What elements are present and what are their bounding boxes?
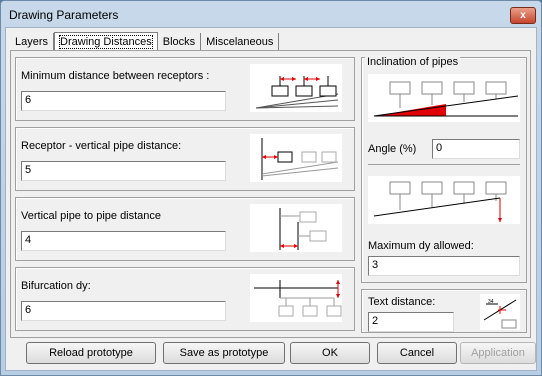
close-button[interactable]: x (510, 7, 536, 24)
vpipe-pipe-panel: Vertical pipe to pipe distance 4 (15, 197, 355, 261)
max-dy-input[interactable]: 3 (368, 256, 520, 276)
vpipe-pipe-label: Vertical pipe to pipe distance (21, 210, 162, 222)
dialog-window: Drawing Parameters x Layers Drawing Dist… (0, 0, 542, 376)
tab-miscelaneous[interactable]: Miscelaneous (201, 33, 280, 51)
inclination-diagram (368, 74, 520, 122)
text-distance-panel: Text distance: 2 34 (361, 289, 527, 333)
angle-input[interactable]: 0 (432, 139, 520, 159)
inclination-title: Inclination of pipes (365, 56, 461, 68)
vpipe-pipe-diagram (250, 204, 342, 252)
tab-layers[interactable]: Layers (10, 33, 55, 51)
receptor-pipe-panel: Receptor - vertical pipe distance: 5 (15, 127, 355, 191)
inclination-divider (368, 164, 520, 165)
title-bar: Drawing Parameters x (1, 1, 541, 29)
ok-button[interactable]: OK (290, 342, 370, 364)
bifurcation-input[interactable]: 6 (21, 301, 226, 321)
min-distance-diagram (250, 64, 342, 112)
bifurcation-label: Bifurcation dy: (21, 280, 91, 292)
reload-prototype-button[interactable]: Reload prototype (26, 342, 156, 364)
receptor-pipe-diagram (250, 134, 342, 182)
cancel-button[interactable]: Cancel (377, 342, 457, 364)
text-distance-label: Text distance: (368, 296, 436, 308)
min-distance-label: Minimum distance between receptors : (21, 70, 210, 82)
window-title: Drawing Parameters (9, 8, 119, 22)
svg-text:34: 34 (488, 299, 494, 305)
application-button[interactable]: Application (460, 342, 536, 364)
receptor-pipe-input[interactable]: 5 (21, 161, 226, 181)
min-distance-panel: Minimum distance between receptors : 6 (15, 57, 355, 121)
bifurcation-diagram (250, 274, 342, 322)
bifurcation-panel: Bifurcation dy: 6 (15, 267, 355, 331)
tab-page-drawing-distances: Minimum distance between receptors : 6 R… (10, 50, 531, 338)
max-dy-label: Maximum dy allowed: (368, 240, 474, 252)
text-distance-input[interactable]: 2 (368, 312, 454, 332)
max-dy-diagram (368, 176, 520, 224)
button-row: Reload prototype Save as prototype OK Ca… (6, 342, 538, 372)
receptor-pipe-label: Receptor - vertical pipe distance: (21, 140, 182, 152)
angle-label: Angle (%) (368, 143, 417, 155)
tab-blocks[interactable]: Blocks (157, 33, 202, 51)
tab-strip: Layers Drawing Distances Blocks Miscelan… (10, 31, 280, 51)
save-as-prototype-button[interactable]: Save as prototype (163, 342, 285, 364)
vpipe-pipe-input[interactable]: 4 (21, 231, 226, 251)
tab-drawing-distances-label: Drawing Distances (59, 35, 153, 49)
min-distance-input[interactable]: 6 (21, 91, 226, 111)
tab-drawing-distances[interactable]: Drawing Distances (54, 32, 158, 51)
text-distance-diagram: 34 (480, 294, 520, 330)
inclination-panel: Inclination of pipes Angle (%) 0 Maximum… (361, 56, 527, 283)
dialog-client: Layers Drawing Distances Blocks Miscelan… (5, 27, 537, 371)
